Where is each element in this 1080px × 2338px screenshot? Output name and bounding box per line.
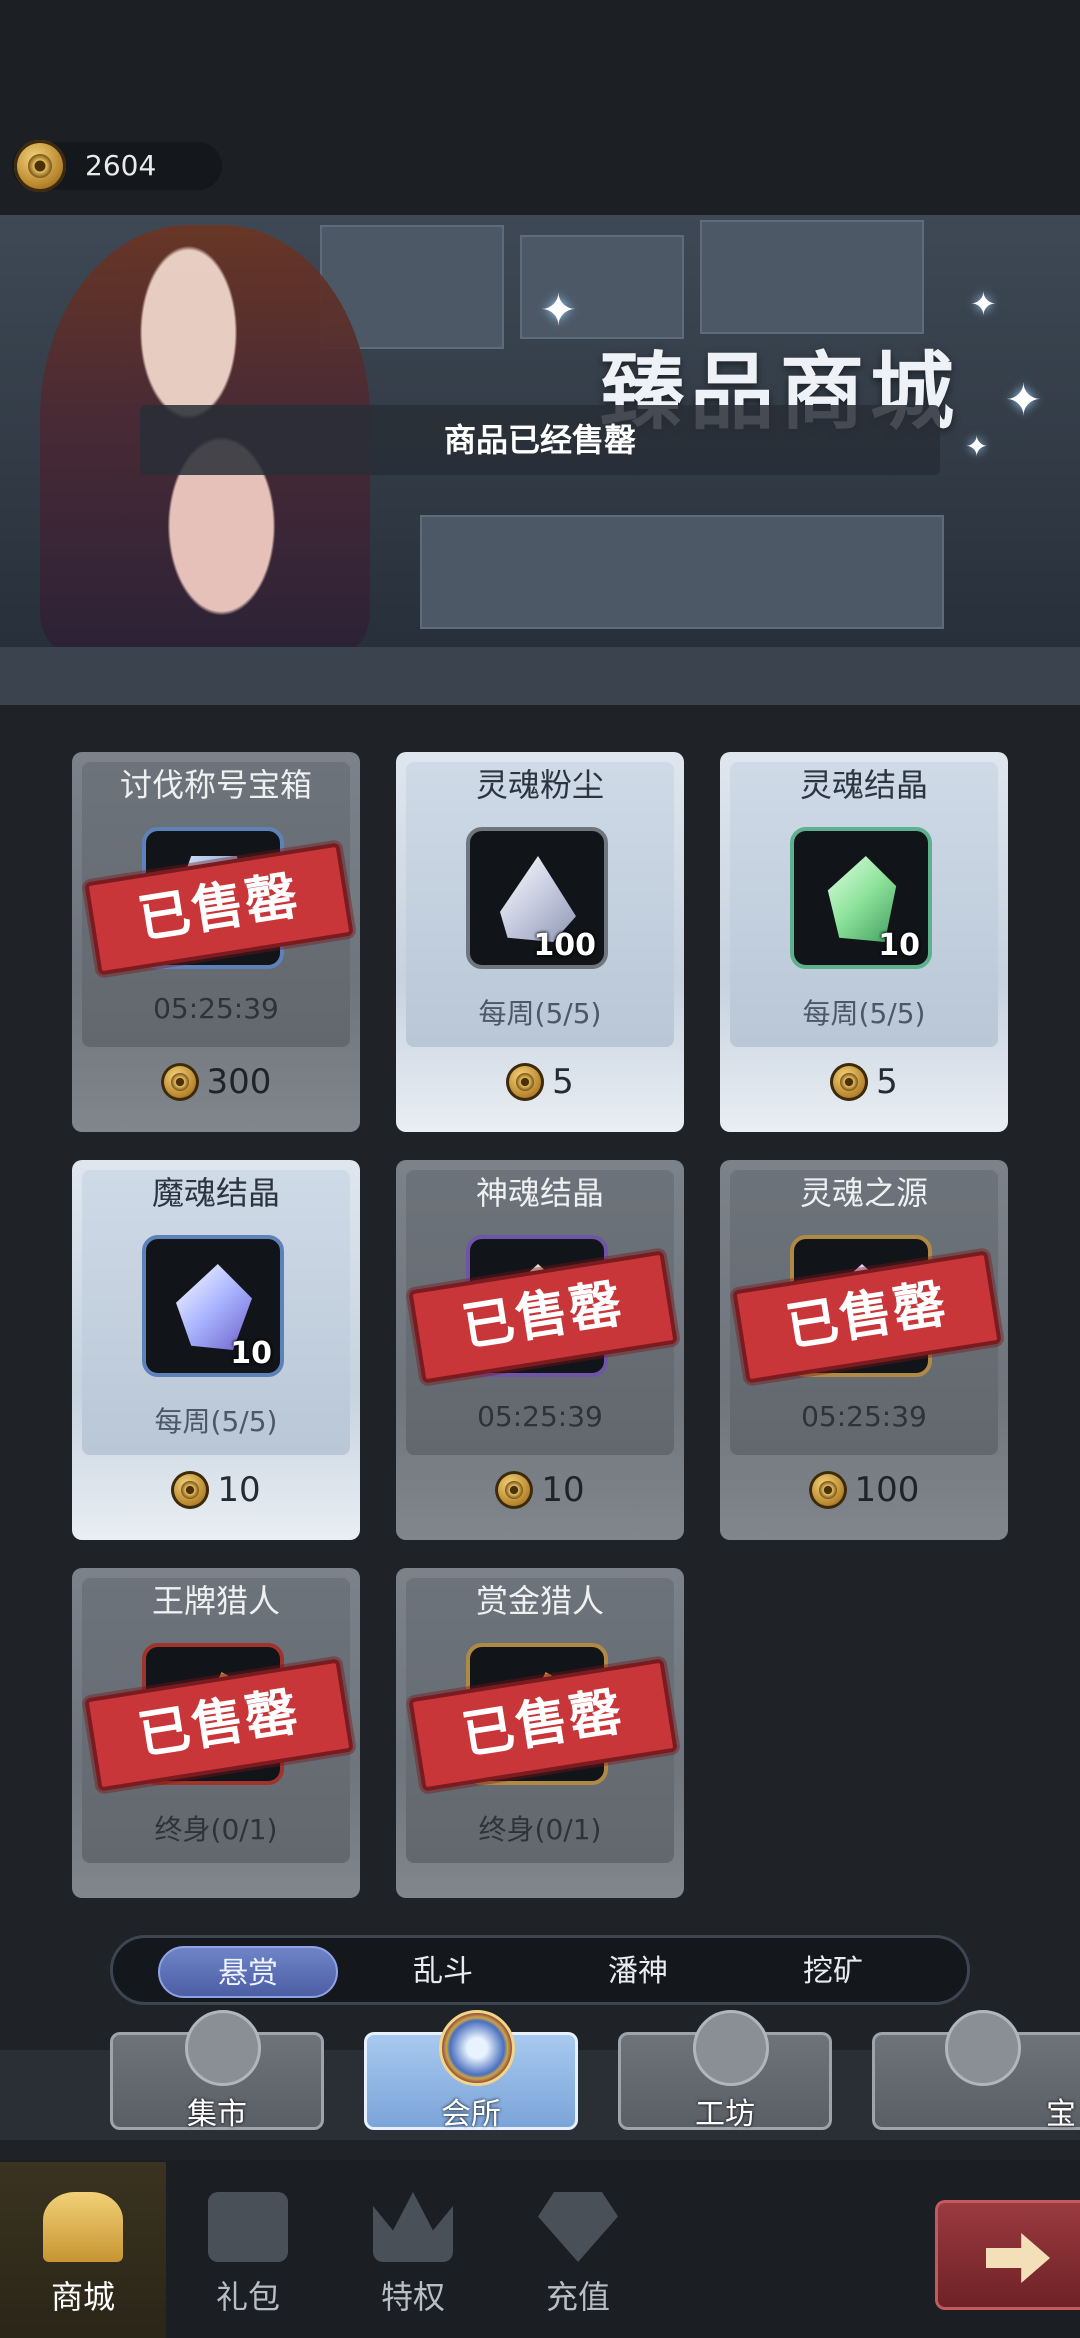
treasure-icon bbox=[945, 2010, 1021, 2086]
shop-item-card[interactable]: 灵魂结晶 10 每周(5/5) 5 bbox=[720, 752, 1008, 1132]
item-name: 灵魂粉尘 bbox=[475, 766, 604, 804]
category-treasure-button[interactable]: 宝 bbox=[872, 2010, 1080, 2132]
shop-item-card[interactable]: 王牌猎人 终身(0/1) 已售罄 bbox=[72, 1568, 360, 1898]
gold-coin-icon bbox=[160, 1063, 199, 1101]
gold-coin-icon bbox=[171, 1471, 210, 1509]
shop-banner: ✦ ✦ ✦ ✦ 臻品商城 商品已经售罄 bbox=[0, 215, 1080, 647]
sparkle-icon: ✦ bbox=[540, 285, 577, 336]
sparkle-icon: ✦ bbox=[1005, 375, 1042, 426]
purchase-limit: 每周(5/5) bbox=[802, 997, 926, 1030]
item-price: 10 bbox=[217, 1470, 261, 1510]
shop-icon bbox=[43, 2192, 123, 2262]
purchase-limit: 终身(0/1) bbox=[154, 1813, 278, 1846]
shop-item-card[interactable]: 赏金猎人 终身(0/1) 已售罄 bbox=[396, 1568, 684, 1898]
restock-timer: 05:25:39 bbox=[153, 992, 279, 1025]
item-name: 讨伐称号宝箱 bbox=[119, 766, 312, 804]
item-quantity: 10 bbox=[878, 928, 920, 963]
category-label: 宝 bbox=[1046, 2097, 1076, 2132]
purchase-limit: 终身(0/1) bbox=[478, 1813, 602, 1846]
category-label: 集市 bbox=[187, 2097, 247, 2132]
gear-icon bbox=[693, 2010, 769, 2086]
banner-divider bbox=[0, 647, 1080, 705]
tab-bounty[interactable]: 悬赏 bbox=[158, 1946, 338, 1998]
nav-label: 礼包 bbox=[215, 2278, 280, 2316]
nav-gift-pack[interactable]: 礼包 bbox=[168, 2172, 328, 2332]
category-label: 会所 bbox=[441, 2097, 501, 2132]
item-price: 10 bbox=[541, 1470, 585, 1510]
item-icon-frame[interactable]: 100 bbox=[466, 827, 608, 969]
price-row: 300 bbox=[72, 1062, 360, 1118]
tab-brawl[interactable]: 乱斗 bbox=[353, 1946, 533, 1998]
item-price: 5 bbox=[552, 1062, 574, 1102]
next-arrow-button[interactable] bbox=[935, 2200, 1080, 2310]
item-name: 灵魂结晶 bbox=[799, 766, 928, 804]
nav-recharge[interactable]: 充值 bbox=[498, 2172, 658, 2332]
restock-timer: 05:25:39 bbox=[801, 1400, 927, 1433]
shop-tab-bar: 悬赏 乱斗 潘神 挖矿 bbox=[110, 1935, 970, 2005]
restock-timer: 05:25:39 bbox=[477, 1400, 603, 1433]
purchase-limit: 每周(5/5) bbox=[154, 1405, 278, 1438]
nav-label: 商城 bbox=[50, 2278, 115, 2316]
item-name: 王牌猎人 bbox=[151, 1582, 280, 1620]
shop-item-card[interactable]: 魔魂结晶 10 每周(5/5) 10 bbox=[72, 1160, 360, 1540]
item-price: 5 bbox=[876, 1062, 898, 1102]
item-icon-frame[interactable]: 10 bbox=[790, 827, 932, 969]
nav-label: 特权 bbox=[380, 2278, 445, 2316]
category-workshop-button[interactable]: 工坊 bbox=[618, 2010, 832, 2132]
sold-out-notice: 商品已经售罄 bbox=[140, 405, 940, 475]
item-quantity: 100 bbox=[533, 928, 596, 963]
item-name: 赏金猎人 bbox=[475, 1582, 604, 1620]
category-market-button[interactable]: 集市 bbox=[110, 2010, 324, 2132]
item-quantity: 10 bbox=[230, 1336, 272, 1371]
item-price: 100 bbox=[854, 1470, 920, 1510]
sparkle-icon: ✦ bbox=[970, 285, 997, 323]
price-row: 10 bbox=[72, 1470, 360, 1526]
gold-coin-icon bbox=[14, 140, 66, 192]
shop-item-card[interactable]: 神魂结晶 05:25:39 10 已售罄 bbox=[396, 1160, 684, 1540]
item-icon-frame[interactable]: 10 bbox=[142, 1235, 284, 1377]
nav-shop[interactable]: 商城 bbox=[3, 2172, 163, 2332]
shop-item-card[interactable]: 灵魂粉尘 100 每周(5/5) 5 bbox=[396, 752, 684, 1132]
sparkle-icon: ✦ bbox=[965, 430, 989, 463]
category-club-button[interactable]: 会所 bbox=[364, 2010, 578, 2132]
gold-coin-icon bbox=[808, 1471, 847, 1509]
currency-amount: 2604 bbox=[85, 149, 157, 182]
gold-coin-icon bbox=[495, 1471, 534, 1509]
nav-label: 充值 bbox=[545, 2278, 610, 2316]
emblem-icon bbox=[439, 2010, 515, 2086]
item-name: 神魂结晶 bbox=[475, 1174, 604, 1212]
item-name: 魔魂结晶 bbox=[151, 1174, 280, 1212]
money-bag-icon bbox=[185, 2010, 261, 2086]
gold-coin-icon bbox=[830, 1063, 869, 1101]
banner-desk-decor bbox=[420, 515, 944, 629]
price-row: 100 bbox=[720, 1470, 1008, 1526]
price-row: 5 bbox=[720, 1062, 1008, 1118]
diamond-icon bbox=[538, 2192, 618, 2262]
item-price: 300 bbox=[206, 1062, 272, 1102]
nav-privilege[interactable]: 特权 bbox=[333, 2172, 493, 2332]
price-row: 10 bbox=[396, 1470, 684, 1526]
price-row: 5 bbox=[396, 1062, 684, 1118]
currency-display[interactable]: 2604 bbox=[12, 140, 222, 192]
gift-icon bbox=[208, 2192, 288, 2262]
tab-pan[interactable]: 潘神 bbox=[548, 1946, 728, 1998]
purchase-limit: 每周(5/5) bbox=[478, 997, 602, 1030]
item-name: 灵魂之源 bbox=[799, 1174, 928, 1212]
shop-item-card[interactable]: 灵魂之源 05:25:39 100 已售罄 bbox=[720, 1160, 1008, 1540]
tab-mining[interactable]: 挖矿 bbox=[743, 1946, 923, 1998]
gold-coin-icon bbox=[506, 1063, 545, 1101]
category-label: 工坊 bbox=[695, 2097, 755, 2132]
banner-shelf-decor bbox=[700, 220, 924, 334]
crown-icon bbox=[373, 2192, 453, 2262]
shop-item-card[interactable]: 讨伐称号宝箱 05:25:39 300 已售罄 bbox=[72, 752, 360, 1132]
